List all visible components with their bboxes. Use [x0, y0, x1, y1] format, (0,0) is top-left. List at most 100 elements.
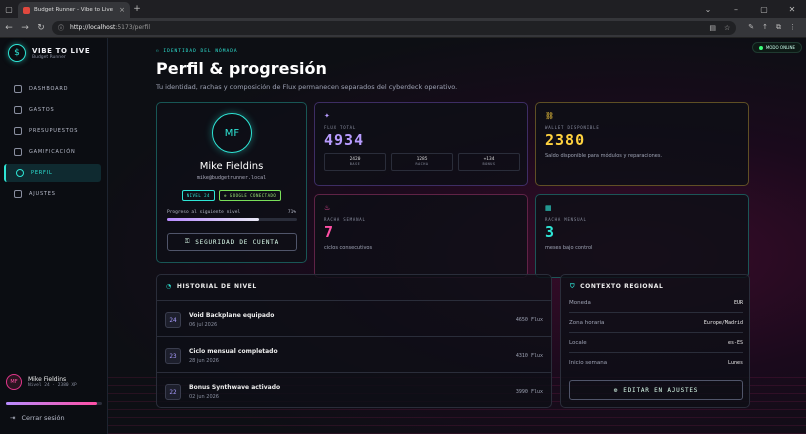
history-level: 24	[165, 312, 181, 328]
reader-icon[interactable]: ▤	[709, 24, 716, 32]
sidebar-item-label: PERFIL	[31, 170, 53, 176]
history-level: 23	[165, 348, 181, 364]
online-dot-icon	[758, 45, 763, 50]
weekly-streak-card: ♨ RACHA SEMANAL 7 ciclos consecutivos	[314, 194, 528, 278]
user-icon	[16, 169, 24, 177]
monthly-value: 3	[545, 223, 556, 241]
account-security-button[interactable]: ⚿ SEGURIDAD DE CUENTA	[167, 233, 297, 251]
regional-key: Inicio semana	[569, 360, 608, 366]
dashboard-icon	[14, 85, 22, 93]
logout-icon: ⇥	[10, 414, 16, 422]
sidebar-item-gastos[interactable]: GASTOS	[4, 101, 101, 119]
profile-email: mike@budgetrunner.local	[196, 175, 267, 181]
share-icon[interactable]: ↑	[762, 23, 768, 32]
flux-base-box: 2420 BASE	[324, 153, 386, 171]
sidebar-item-label: GASTOS	[29, 107, 55, 113]
history-date: 06 jul 2026	[189, 322, 218, 328]
bookmark-star-icon[interactable]: ☆	[724, 24, 730, 32]
divider	[157, 372, 551, 373]
sidebar-item-presupuestos[interactable]: PRESUPUESTOS	[4, 122, 101, 140]
favicon-icon	[23, 6, 30, 14]
address-bar[interactable]: ⓘ http://localhost:5173/perfil ▤ ☆	[52, 20, 737, 35]
regional-key: Locale	[569, 339, 587, 346]
sidebar-item-perfil[interactable]: PERFIL	[4, 164, 101, 182]
history-xp: 3990 Flux	[515, 389, 543, 395]
sidebar-item-gamificacion[interactable]: GAMIFICACIÓN	[4, 143, 101, 161]
menu-icon[interactable]: ⋮	[789, 23, 796, 32]
close-tab-icon[interactable]: ×	[119, 6, 125, 14]
wallet-label: WALLET DISPONIBLE	[545, 125, 600, 130]
page-title: Perfil & progresión	[156, 59, 327, 78]
calendar-icon: ▦	[545, 204, 552, 212]
regional-row: Moneda EUR	[569, 293, 743, 313]
regional-value: Europe/Madrid	[703, 319, 743, 326]
key-icon: ⚿	[184, 238, 191, 245]
history-xp: 4310 Flux	[515, 353, 543, 359]
extensions-icon[interactable]: ⧉	[776, 23, 781, 32]
dollar-logo-icon: $	[8, 44, 26, 62]
history-title-text: Bonus Synthwave activado	[189, 384, 281, 391]
status-badge-label: MODO ONLINE	[765, 45, 795, 50]
sidebar-item-label: PRESUPUESTOS	[29, 128, 79, 134]
wallet-desc: Saldo disponible para módulos y reparaci…	[545, 153, 663, 159]
gauge-icon: ◔	[166, 283, 172, 290]
history-row: 23 Ciclo mensual completado 28 jun 2026 …	[157, 338, 551, 372]
tab-search-icon[interactable]: ⌄	[694, 5, 722, 14]
profile-avatar: MF	[212, 113, 252, 153]
history-title-text: Void Backplane equipado	[189, 312, 275, 319]
close-window-icon[interactable]: ✕	[778, 5, 806, 14]
maximize-icon[interactable]: ▢	[750, 5, 778, 14]
extensions-tools-icon[interactable]: ✎	[748, 23, 754, 32]
flux-base-label: BASE	[349, 162, 361, 166]
avatar: MF	[6, 374, 22, 390]
sidebar-item-ajustes[interactable]: AJUSTES	[4, 185, 101, 203]
browser-toolbar: ← → ↻ ⓘ http://localhost:5173/perfil ▤ ☆ …	[0, 18, 806, 38]
brand[interactable]: $ VIBE TO LIVE Budget Runner	[0, 38, 107, 68]
logout-button[interactable]: ⇥ Cerrar sesión	[10, 414, 65, 422]
wallet-icon	[14, 127, 22, 135]
reload-icon[interactable]: ↻	[36, 23, 46, 33]
browser-tab[interactable]: Budget Runner - Vibe to Live ×	[18, 2, 130, 18]
sparkle-icon: ✦	[324, 112, 330, 120]
regional-heading: ⛉ CONTEXTO REGIONAL	[570, 283, 663, 291]
divider	[157, 300, 551, 301]
site-info-icon[interactable]: ⓘ	[58, 23, 64, 32]
gamepad-icon	[14, 148, 22, 156]
history-level: 22	[165, 384, 181, 400]
level-progress-bar	[167, 218, 297, 221]
weekly-label: RACHA SEMANAL	[324, 217, 366, 222]
history-date: 02 jun 2026	[189, 394, 219, 400]
sidebar-nav: DASHBOARD GASTOS PRESUPUESTOS GAMIFICACI…	[0, 80, 107, 203]
sidebar: $ VIBE TO LIVE Budget Runner DASHBOARD G…	[0, 38, 108, 434]
history-date: 28 jun 2026	[189, 358, 219, 364]
receipt-icon	[14, 106, 22, 114]
main-content: MODO ONLINE ⚇ IDENTIDAD DEL NÓMADA Perfi…	[108, 38, 806, 434]
monthly-label: RACHA MENSUAL	[545, 217, 587, 222]
divider	[157, 336, 551, 337]
edit-settings-button[interactable]: ⚙ EDITAR EN AJUSTES	[569, 380, 743, 400]
gear-icon	[14, 190, 22, 198]
monthly-desc: meses bajo control	[545, 245, 593, 251]
user-summary[interactable]: MF Mike Fieldins Nivel 24 · 2380 XP	[6, 374, 77, 390]
shield-icon: ⛉	[570, 283, 576, 290]
wallet-value: 2380	[545, 131, 586, 149]
flux-racha-label: RACHA	[415, 162, 429, 166]
regional-key: Moneda	[569, 299, 591, 306]
new-tab-icon[interactable]: +	[130, 4, 144, 14]
flux-racha-box: 1285 RACHA	[391, 153, 453, 171]
forward-icon[interactable]: →	[20, 23, 30, 33]
user-xp-bar	[6, 402, 102, 405]
sidebar-item-label: GAMIFICACIÓN	[29, 149, 76, 155]
page-subtitle: Tu identidad, rachas y composición de Fl…	[156, 83, 458, 91]
level-chip: NIVEL 24	[181, 190, 215, 201]
weekly-desc: ciclos consecutivos	[324, 245, 373, 251]
back-icon[interactable]: ←	[4, 23, 14, 33]
sidebar-item-label: DASHBOARD	[29, 86, 69, 92]
sidebar-item-dashboard[interactable]: DASHBOARD	[4, 80, 101, 98]
tab-title: Budget Runner - Vibe to Live	[34, 7, 113, 13]
history-heading: ◔ HISTORIAL DE NIVEL	[166, 283, 257, 290]
tab-actions-icon[interactable]: ▢	[0, 0, 18, 18]
url-host: http://localhost	[70, 24, 116, 31]
page-kicker: ⚇ IDENTIDAD DEL NÓMADA	[156, 49, 238, 54]
minimize-icon[interactable]: –	[722, 5, 750, 14]
